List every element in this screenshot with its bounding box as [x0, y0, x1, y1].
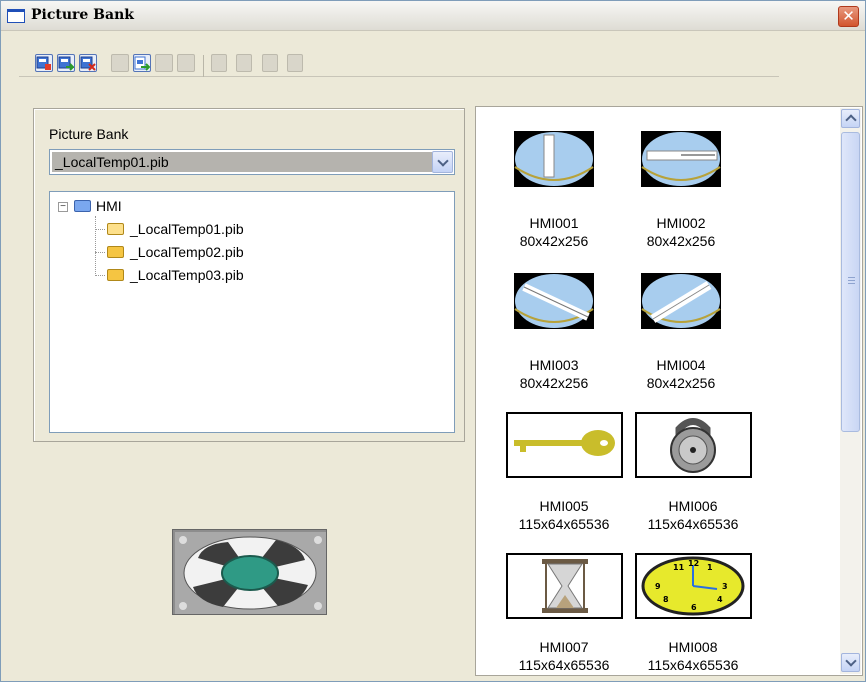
- collapse-icon[interactable]: −: [58, 202, 68, 212]
- svg-text:1: 1: [707, 563, 713, 572]
- svg-text:6: 6: [691, 603, 697, 612]
- bank-tree[interactable]: − HMI _LocalTemp01.pib _LocalTemp02.pib …: [49, 191, 455, 433]
- fan-image: [175, 532, 326, 614]
- close-button[interactable]: ✕: [838, 6, 859, 27]
- export-icon[interactable]: [155, 54, 173, 72]
- view-large-icon[interactable]: [211, 54, 227, 72]
- tree-item-localtemp03[interactable]: _LocalTemp03.pib: [50, 265, 350, 285]
- open-folder-icon: [107, 223, 124, 235]
- padlock-image: [635, 412, 752, 478]
- scroll-grip: [848, 280, 855, 281]
- svg-text:12: 12: [688, 559, 699, 568]
- hmi004-image: [641, 273, 721, 329]
- picture-size: 115x64x65536: [518, 516, 610, 532]
- picture-bank-group: Picture Bank _LocalTemp01.pib − HMI _Loc…: [33, 108, 465, 442]
- toolbar: [19, 51, 779, 77]
- view-details-icon[interactable]: [287, 54, 303, 72]
- tree-item-localtemp01[interactable]: _LocalTemp01.pib: [50, 219, 350, 239]
- tree-item-hmi[interactable]: − HMI: [50, 196, 350, 216]
- picture-size: 80x42x256: [519, 375, 589, 391]
- svg-text:4: 4: [717, 595, 723, 604]
- toolbar-separator: [203, 55, 204, 77]
- chevron-down-icon[interactable]: [432, 151, 453, 173]
- hmi003-image: [514, 273, 594, 329]
- delete-bank-icon[interactable]: [79, 54, 97, 72]
- picture-name: HMI008: [668, 639, 718, 655]
- picture-name: HMI004: [656, 357, 706, 373]
- picture-name: HMI003: [529, 357, 579, 373]
- folder-icon: [107, 246, 124, 258]
- delete-picture-icon[interactable]: [177, 54, 195, 72]
- picture-size: 80x42x256: [646, 233, 716, 249]
- scroll-thumb[interactable]: [841, 132, 860, 432]
- picture-preview: [172, 529, 327, 615]
- key-image: [506, 412, 623, 478]
- tree-item-label: _LocalTemp03.pib: [130, 267, 244, 283]
- picture-bank-select-value: _LocalTemp01.pib: [52, 152, 432, 172]
- scroll-grip: [848, 277, 855, 278]
- import-picture-icon[interactable]: [133, 54, 151, 72]
- svg-text:8: 8: [663, 595, 669, 604]
- svg-text:11: 11: [673, 563, 685, 572]
- picture-size: 115x64x65536: [647, 657, 739, 673]
- picture-bank-window: Picture Bank ✕ Picture Bank _LocalTemp01…: [0, 0, 866, 682]
- window-icon: [7, 9, 25, 23]
- picture-gallery-panel: HMI001 80x42x256 HMI002 80x42x256 HMI003…: [475, 106, 863, 676]
- window-title: Picture Bank: [31, 7, 134, 23]
- scroll-up-icon[interactable]: [841, 109, 860, 128]
- picture-name: HMI005: [539, 498, 589, 514]
- view-list-icon[interactable]: [262, 54, 278, 72]
- tree-item-label: HMI: [96, 198, 122, 214]
- clock-image: 12 3 6 9 1 11 4 8: [635, 553, 752, 619]
- import-icon[interactable]: [57, 54, 75, 72]
- picture-bank-select[interactable]: _LocalTemp01.pib: [49, 149, 455, 175]
- scroll-grip: [848, 283, 855, 284]
- picture-name: HMI007: [539, 639, 589, 655]
- view-small-icon[interactable]: [236, 54, 252, 72]
- folder-icon: [74, 200, 91, 212]
- picture-size: 80x42x256: [519, 233, 589, 249]
- tree-item-localtemp02[interactable]: _LocalTemp02.pib: [50, 242, 350, 262]
- hmi001-image: [514, 131, 594, 187]
- picture-name: HMI001: [529, 215, 579, 231]
- picture-size: 115x64x65536: [518, 657, 610, 673]
- folder-icon: [107, 269, 124, 281]
- title-bar: Picture Bank ✕: [1, 1, 865, 31]
- picture-bank-label: Picture Bank: [49, 126, 129, 142]
- tree-item-label: _LocalTemp02.pib: [130, 244, 244, 260]
- picture-name: HMI006: [668, 498, 718, 514]
- svg-text:3: 3: [722, 582, 728, 591]
- svg-text:9: 9: [655, 582, 661, 591]
- scroll-down-icon[interactable]: [841, 653, 860, 672]
- new-bank-icon[interactable]: [35, 54, 53, 72]
- picture-name: HMI002: [656, 215, 706, 231]
- copy-icon[interactable]: [111, 54, 129, 72]
- picture-gallery[interactable]: HMI001 80x42x256 HMI002 80x42x256 HMI003…: [476, 107, 832, 675]
- gallery-scrollbar[interactable]: [840, 108, 861, 674]
- hourglass-image: [506, 553, 623, 619]
- hmi002-image: [641, 131, 721, 187]
- tree-item-label: _LocalTemp01.pib: [130, 221, 244, 237]
- picture-size: 115x64x65536: [647, 516, 739, 532]
- picture-size: 80x42x256: [646, 375, 716, 391]
